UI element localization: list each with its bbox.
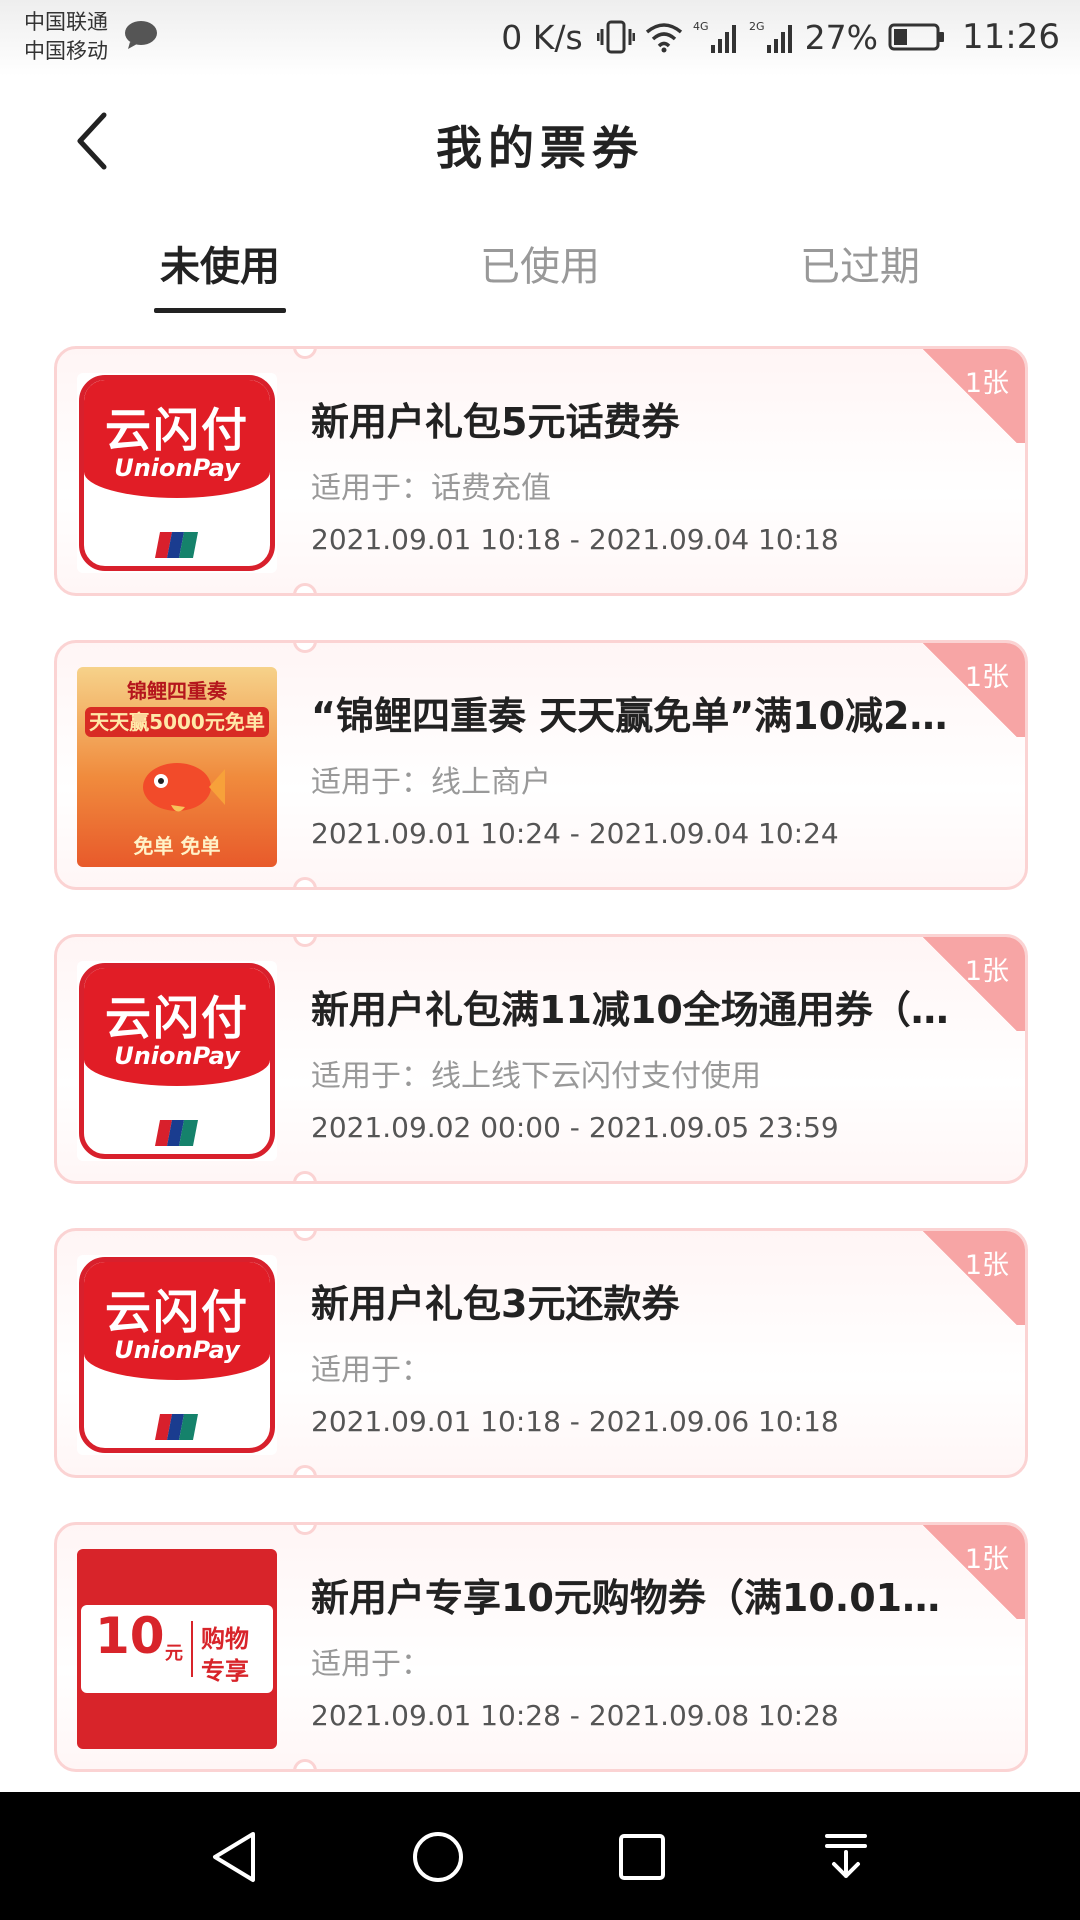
coupon-scope: 适用于：线上商户	[311, 765, 551, 800]
coupon-title: 新用户礼包5元话费券	[311, 400, 680, 444]
carrier-1: 中国联通	[24, 10, 108, 34]
coupon-card[interactable]: 1张 云闪付 UnionPay 新用户礼包满11减10全场通用券（… 适用于：线…	[54, 934, 1028, 1184]
unionpay-logo-image: 云闪付 UnionPay	[77, 1255, 277, 1455]
ticket-notch	[293, 349, 317, 359]
network-speed: 0 K/s	[501, 17, 583, 57]
logo-text-en: UnionPay	[114, 454, 240, 482]
coupon-validity: 2021.09.01 10:18 - 2021.09.06 10:18	[311, 1405, 839, 1438]
coupon-title: 新用户礼包满11减10全场通用券（…	[311, 988, 949, 1032]
ticket-notch	[293, 1171, 317, 1181]
wifi-icon	[645, 23, 682, 53]
ticket-notch	[293, 1465, 317, 1475]
coupon-validity: 2021.09.02 00:00 - 2021.09.05 23:59	[311, 1111, 839, 1144]
coupon-scope: 适用于：	[311, 1647, 431, 1682]
promo-banner-text: 锦鲤四重奏	[127, 679, 227, 703]
coupon-card[interactable]: 1张 云闪付 UnionPay 新用户礼包3元还款券 适用于： 2021.09.…	[54, 1228, 1028, 1478]
unionpay-logo-image: 云闪付 UnionPay	[77, 373, 277, 573]
battery-icon	[888, 23, 945, 51]
coupon-validity: 2021.09.01 10:28 - 2021.09.08 10:28	[311, 1699, 839, 1732]
logo-text-en: UnionPay	[114, 1042, 240, 1070]
square-recents-icon	[619, 1834, 665, 1880]
coupon-card[interactable]: 1张 锦鲤四重奏 天天赢5000元免单 免单 免单 “锦鲤四重奏 天天赢免单”满…	[54, 640, 1028, 890]
nav-recents-button[interactable]	[602, 1822, 682, 1892]
active-tab-indicator	[154, 308, 286, 313]
ticket-notch	[293, 937, 317, 947]
tab-unused[interactable]: 未使用	[120, 234, 320, 292]
status-bar: 中国联通 中国移动 0 K/s 4G 2G 27% 11:26	[0, 0, 1080, 76]
unionpay-icon	[155, 532, 198, 558]
coupon-validity: 2021.09.01 10:18 - 2021.09.04 10:18	[311, 523, 839, 556]
ticket-notch	[293, 1231, 317, 1241]
clock: 11:26	[962, 17, 1060, 57]
promo-bottom-text: 免单 免单	[133, 834, 221, 858]
logo-text-cn: 云闪付	[105, 991, 249, 1045]
circle-home-icon	[413, 1832, 463, 1882]
coupon-card[interactable]: 1张 10 元 购物 专享 新用户专享10元购物券（满10.01… 适用于： 2…	[54, 1522, 1028, 1772]
koi-fish-icon	[143, 763, 225, 812]
logo-text-en: UnionPay	[114, 1336, 240, 1364]
ticket-notch	[293, 1525, 317, 1535]
nav-notification-button[interactable]	[806, 1822, 886, 1892]
net-type-label-2: 2G	[749, 20, 765, 33]
tab-expired[interactable]: 已过期	[760, 234, 960, 292]
triangle-back-icon	[213, 1832, 255, 1882]
pull-down-icon	[825, 1834, 867, 1878]
logo-text-cn: 云闪付	[105, 1285, 249, 1339]
logo-text-cn: 云闪付	[105, 403, 249, 457]
message-icon	[125, 21, 157, 49]
coupon-title: 新用户专享10元购物券（满10.01…	[311, 1576, 941, 1620]
coupon-validity: 2021.09.01 10:24 - 2021.09.04 10:24	[311, 817, 839, 850]
signal-4g-icon: 4G	[693, 20, 736, 53]
tab-used[interactable]: 已使用	[440, 234, 640, 292]
vibrate-icon	[596, 20, 635, 54]
ticket-notch	[293, 1759, 317, 1769]
koi-promo-image: 锦鲤四重奏 天天赢5000元免单 免单 免单	[77, 667, 277, 867]
nav-home-button[interactable]	[398, 1822, 478, 1892]
shopping-voucher-image: 10 元 购物 专享	[77, 1549, 277, 1749]
coupon-card[interactable]: 1张 云闪付 UnionPay 新用户礼包5元话费券 适用于：话费充值 2021…	[54, 346, 1028, 596]
ticket-notch	[293, 643, 317, 653]
header: 我的票券	[0, 76, 1080, 206]
coupon-scope: 适用于：话费充值	[311, 471, 551, 506]
signal-2g-icon: 2G	[749, 20, 792, 53]
status-indicators: 0 K/s 4G 2G 27% 11:26	[501, 12, 1060, 62]
unionpay-icon	[155, 1120, 198, 1146]
carrier-2: 中国移动	[24, 39, 108, 63]
net-type-label: 4G	[693, 20, 709, 33]
battery-percent: 27%	[804, 17, 879, 57]
tab-bar: 未使用 已使用 已过期	[0, 206, 1080, 316]
coupon-scope: 适用于：	[311, 1353, 431, 1388]
promo-sub-text: 天天赢5000元免单	[85, 707, 269, 737]
voucher-amount: 10	[95, 1607, 165, 1665]
ticket-notch	[293, 583, 317, 593]
coupon-scope: 适用于：线上线下云闪付支付使用	[311, 1059, 761, 1094]
coupon-title: “锦鲤四重奏 天天赢免单”满10减2…	[311, 694, 948, 738]
coupon-title: 新用户礼包3元还款券	[311, 1282, 680, 1326]
carrier-info: 中国联通 中国移动	[24, 8, 108, 66]
system-nav-bar	[0, 1792, 1080, 1920]
page-title: 我的票券	[436, 121, 644, 175]
unionpay-logo-image: 云闪付 UnionPay	[77, 961, 277, 1161]
nav-back-button[interactable]	[194, 1822, 274, 1892]
voucher-label-2: 专享	[201, 1657, 249, 1685]
voucher-unit: 元	[165, 1643, 183, 1664]
voucher-label-1: 购物	[201, 1625, 249, 1653]
ticket-notch	[293, 877, 317, 887]
unionpay-icon	[155, 1414, 198, 1440]
